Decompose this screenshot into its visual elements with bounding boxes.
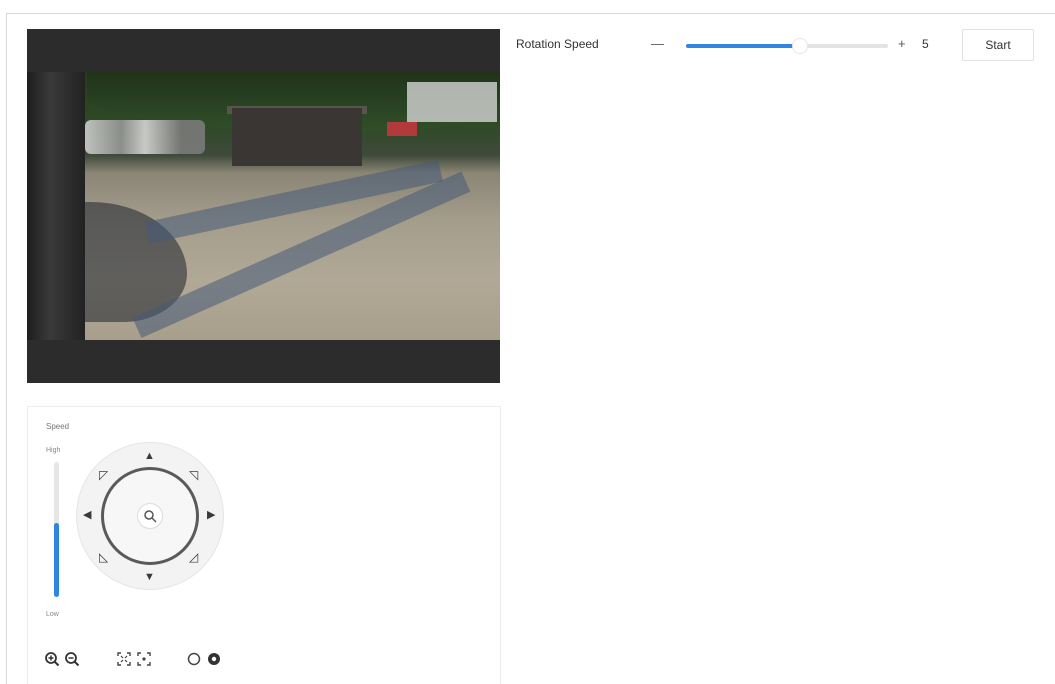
rotation-speed-increase[interactable]: + xyxy=(898,36,906,51)
camera-scene xyxy=(27,72,500,369)
ptz-direction-wheel: ▲ ▼ ◀ ▶ ◸ ◹ ◺ ◿ xyxy=(76,442,224,590)
scene-pole xyxy=(27,72,85,369)
ptz-speed-fill xyxy=(54,523,59,597)
rotation-speed-decrease[interactable]: — xyxy=(651,36,664,51)
ptz-toolbar xyxy=(42,649,224,669)
arrow-up-left-icon[interactable]: ◸ xyxy=(99,469,108,481)
arrow-right-icon[interactable]: ▶ xyxy=(207,510,215,521)
rotation-speed-value: 5 xyxy=(922,37,929,51)
focus-near-icon xyxy=(117,652,131,666)
scene-building-far xyxy=(407,82,497,122)
arrow-up-right-icon[interactable]: ◹ xyxy=(189,469,198,481)
zoom-icon xyxy=(144,510,157,523)
focus-far-button[interactable] xyxy=(134,649,154,669)
arrow-down-left-icon[interactable]: ◺ xyxy=(99,551,108,563)
iris-close-button[interactable] xyxy=(184,649,204,669)
zoom-out-button[interactable] xyxy=(62,649,82,669)
zoom-out-icon xyxy=(65,652,80,667)
rotation-speed-slider[interactable] xyxy=(686,39,888,53)
zoom-in-button[interactable] xyxy=(42,649,62,669)
rotation-speed-fill xyxy=(686,44,797,48)
ptz-center-button[interactable] xyxy=(137,503,163,529)
live-video-preview[interactable] xyxy=(27,29,500,383)
iris-open-button[interactable] xyxy=(204,649,224,669)
scene-red-object xyxy=(387,122,417,136)
arrow-up-icon[interactable]: ▲ xyxy=(144,451,155,462)
ptz-control-panel: Speed High Low ▲ ▼ ◀ ▶ ◸ ◹ ◺ ◿ xyxy=(27,406,501,684)
letterbox-bottom xyxy=(27,340,500,383)
speed-high-label: High xyxy=(46,447,61,454)
speed-title: Speed xyxy=(46,422,70,431)
rotation-speed-label: Rotation Speed xyxy=(516,37,599,51)
arrow-left-icon[interactable]: ◀ xyxy=(83,510,91,521)
start-button[interactable]: Start xyxy=(962,29,1034,61)
scene-cars xyxy=(85,120,205,154)
focus-near-button[interactable] xyxy=(114,649,134,669)
letterbox-top xyxy=(27,29,500,72)
iris-close-icon xyxy=(187,652,201,666)
scene-building xyxy=(232,108,362,166)
focus-far-icon xyxy=(137,652,151,666)
iris-open-icon xyxy=(208,653,220,665)
zoom-in-icon xyxy=(45,652,60,667)
rotation-speed-thumb[interactable] xyxy=(793,39,807,53)
arrow-down-icon[interactable]: ▼ xyxy=(144,572,155,583)
arrow-down-right-icon[interactable]: ◿ xyxy=(189,551,198,563)
speed-low-label: Low xyxy=(46,611,59,618)
